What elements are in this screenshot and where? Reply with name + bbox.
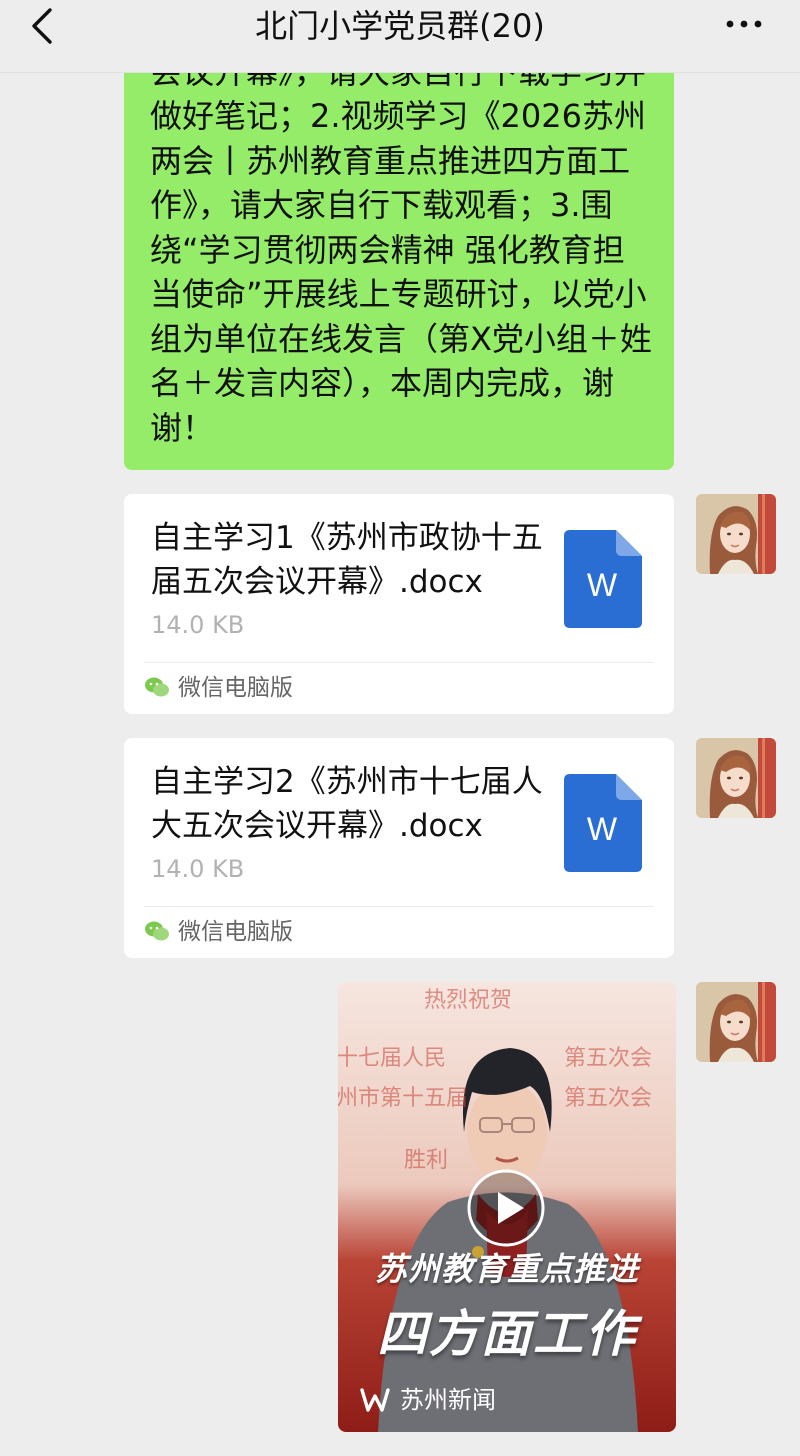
video-background-text: 州市第十五届 (338, 1086, 469, 1111)
source-label: 微信电脑版 (178, 675, 293, 701)
wechat-icon (145, 921, 169, 941)
ellipsis-icon[interactable] (724, 10, 764, 40)
suzhou-news-icon (360, 1388, 390, 1412)
text-message-content: 会议开幕》，请大家自行下载学习并做好笔记；2.视频学习《2026苏州两会丨苏州教… (150, 53, 652, 447)
file-name: 自主学习1《苏州市政协十五届五次会议开幕》.docx (151, 520, 543, 600)
wechat-icon (145, 677, 169, 697)
chat-header: 北门小学党员群(20) (0, 0, 800, 73)
video-headline: 苏州教育重点推进 (374, 1250, 639, 1288)
source-label: 微信电脑版 (178, 919, 293, 945)
avatar[interactable] (696, 494, 776, 574)
video-background-text: 第五次会 (564, 1046, 653, 1071)
card-divider (144, 906, 654, 907)
file-size: 14.0 KB (151, 611, 245, 639)
video-background-text: 十七届人民 (338, 1046, 447, 1071)
word-icon-letter: W (587, 811, 618, 847)
avatar[interactable] (696, 738, 776, 818)
avatar[interactable] (696, 982, 776, 1062)
word-document-icon: W (564, 774, 642, 872)
chat-area[interactable]: 会议开幕》，请大家自行下载学习并做好笔记；2.视频学习《2026苏州两会丨苏州教… (0, 0, 800, 1456)
word-document-icon: W (564, 530, 642, 628)
video-background-text: 胜利 (404, 1148, 449, 1173)
file-message-card[interactable]: 自主学习2《苏州市十七届人大五次会议开幕》.docx 14.0 KB W 微信电… (124, 738, 674, 958)
file-message-card[interactable]: 自主学习1《苏州市政协十五届五次会议开幕》.docx 14.0 KB W 微信电… (124, 494, 674, 714)
file-name: 自主学习2《苏州市十七届人大五次会议开幕》.docx (151, 764, 543, 844)
card-divider (144, 662, 654, 663)
play-icon[interactable] (466, 1168, 546, 1248)
video-source-label: 苏州新闻 (400, 1386, 496, 1414)
video-background-text: 热烈祝贺 (424, 988, 513, 1013)
video-headline-secondary: 四方面工作 (377, 1304, 637, 1363)
word-icon-letter: W (587, 567, 618, 603)
video-message[interactable]: 热烈祝贺 十七届人民 第五次会 州市第十五届 第五次会 胜利 苏州教育重点推进 … (338, 982, 676, 1432)
file-size: 14.0 KB (151, 855, 245, 883)
video-background-text: 第五次会 (564, 1086, 653, 1111)
chat-title: 北门小学党员群(20) (255, 7, 545, 45)
